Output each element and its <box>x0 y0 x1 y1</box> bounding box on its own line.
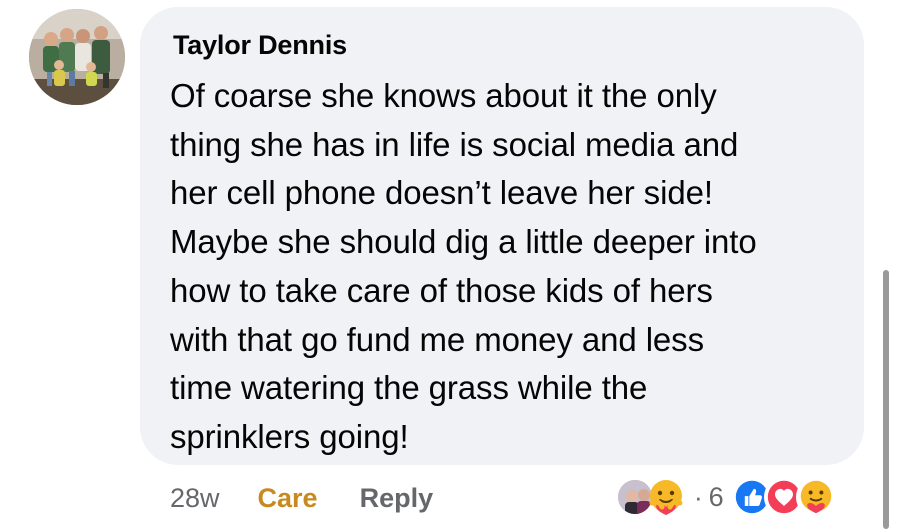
care-reaction-button[interactable]: Care <box>258 483 318 514</box>
scrollbar-thumb[interactable] <box>883 270 889 529</box>
comment-author-name[interactable]: Taylor Dennis <box>173 30 347 61</box>
comment-timestamp[interactable]: 28w <box>170 483 220 514</box>
comment-line: Maybe she should dig a little deeper int… <box>170 223 757 261</box>
reply-button[interactable]: Reply <box>360 483 434 514</box>
comment-actions: 28w Care Reply <box>170 478 433 518</box>
reaction-icons[interactable] <box>731 477 836 517</box>
comment-line: sprinklers going! <box>170 417 409 455</box>
separator-dot: · <box>694 481 703 512</box>
comment-line: her cell phone doesn’t leave her side! <box>170 174 713 212</box>
reaction-count[interactable]: 6 <box>709 482 724 513</box>
comment-line: how to take care of those kids of hers <box>170 271 713 309</box>
comment-line: thing she has in life is social media an… <box>170 125 739 163</box>
comment-line: with that go fund me money and less <box>170 320 704 358</box>
comment-line: Of coarse she knows about it the only <box>170 77 717 114</box>
family-photo-icon <box>29 9 125 105</box>
reactions-summary[interactable]: · 6 <box>616 476 836 518</box>
comment-text: Of coarse she knows about it the only th… <box>170 72 850 462</box>
care-icon <box>795 477 836 517</box>
comment-line: time watering the grass while the <box>170 369 648 407</box>
author-avatar[interactable] <box>29 9 125 105</box>
care-emoji-icon <box>649 480 683 515</box>
